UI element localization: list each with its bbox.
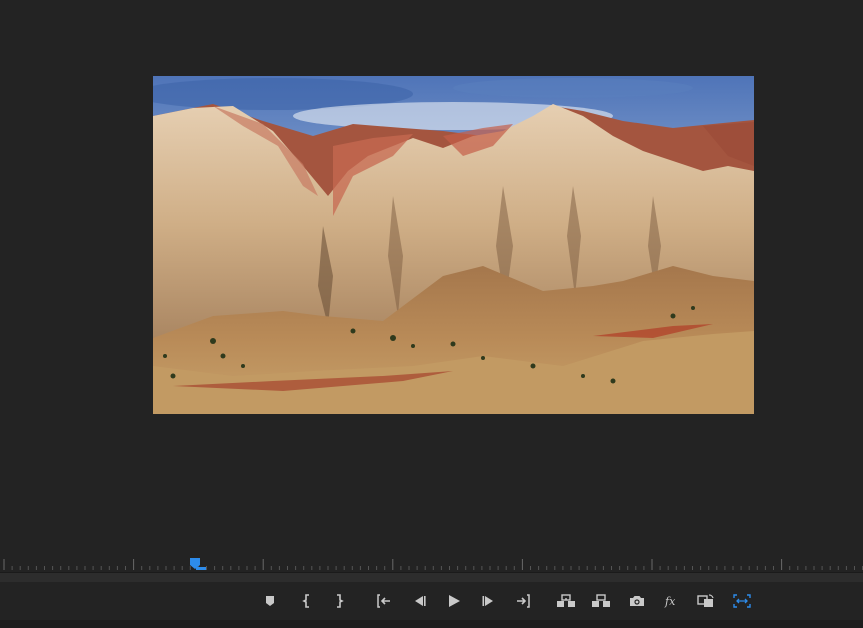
- lift-button[interactable]: [555, 590, 577, 612]
- video-frame-image: [153, 76, 754, 414]
- step-forward-icon: [482, 596, 493, 606]
- comparison-view-button[interactable]: [695, 590, 717, 612]
- svg-text:fx: fx: [664, 595, 676, 608]
- video-frame[interactable]: [153, 76, 754, 414]
- effects-button[interactable]: fx: [660, 590, 682, 612]
- go-to-in-icon: [377, 594, 390, 608]
- panel-bottom-edge: [0, 620, 863, 628]
- mark-in-button[interactable]: [296, 590, 318, 612]
- go-to-out-button[interactable]: [512, 590, 534, 612]
- time-ruler[interactable]: [0, 556, 863, 572]
- add-marker-button[interactable]: [259, 590, 281, 612]
- zoom-scroll-bar[interactable]: [0, 572, 863, 582]
- extract-icon: [592, 594, 610, 607]
- mark-out-icon: [337, 594, 344, 608]
- step-forward-button[interactable]: [478, 590, 500, 612]
- step-back-button[interactable]: [408, 590, 430, 612]
- time-ruler-ticks: [3, 559, 863, 570]
- program-monitor-panel: fx: [0, 0, 863, 628]
- comparison-icon: [697, 594, 714, 607]
- go-to-out-icon: [517, 594, 530, 608]
- export-frame-button[interactable]: [626, 590, 648, 612]
- play-icon: [449, 595, 460, 607]
- mark-in-icon: [302, 594, 309, 608]
- lift-icon: [557, 594, 575, 607]
- go-to-in-button[interactable]: [373, 590, 395, 612]
- playhead[interactable]: [190, 557, 210, 571]
- safe-margins-icon: [733, 594, 751, 608]
- camera-icon: [630, 596, 644, 606]
- safe-margins-button[interactable]: [731, 590, 753, 612]
- marker-icon: [266, 596, 274, 606]
- transport-controls: fx: [0, 582, 863, 620]
- step-back-icon: [415, 596, 426, 606]
- playhead-icon: [190, 558, 206, 570]
- fx-icon: fx: [664, 595, 676, 608]
- extract-button[interactable]: [590, 590, 612, 612]
- play-button[interactable]: [443, 590, 465, 612]
- mark-out-button[interactable]: [328, 590, 350, 612]
- monitor-viewport: [0, 0, 863, 556]
